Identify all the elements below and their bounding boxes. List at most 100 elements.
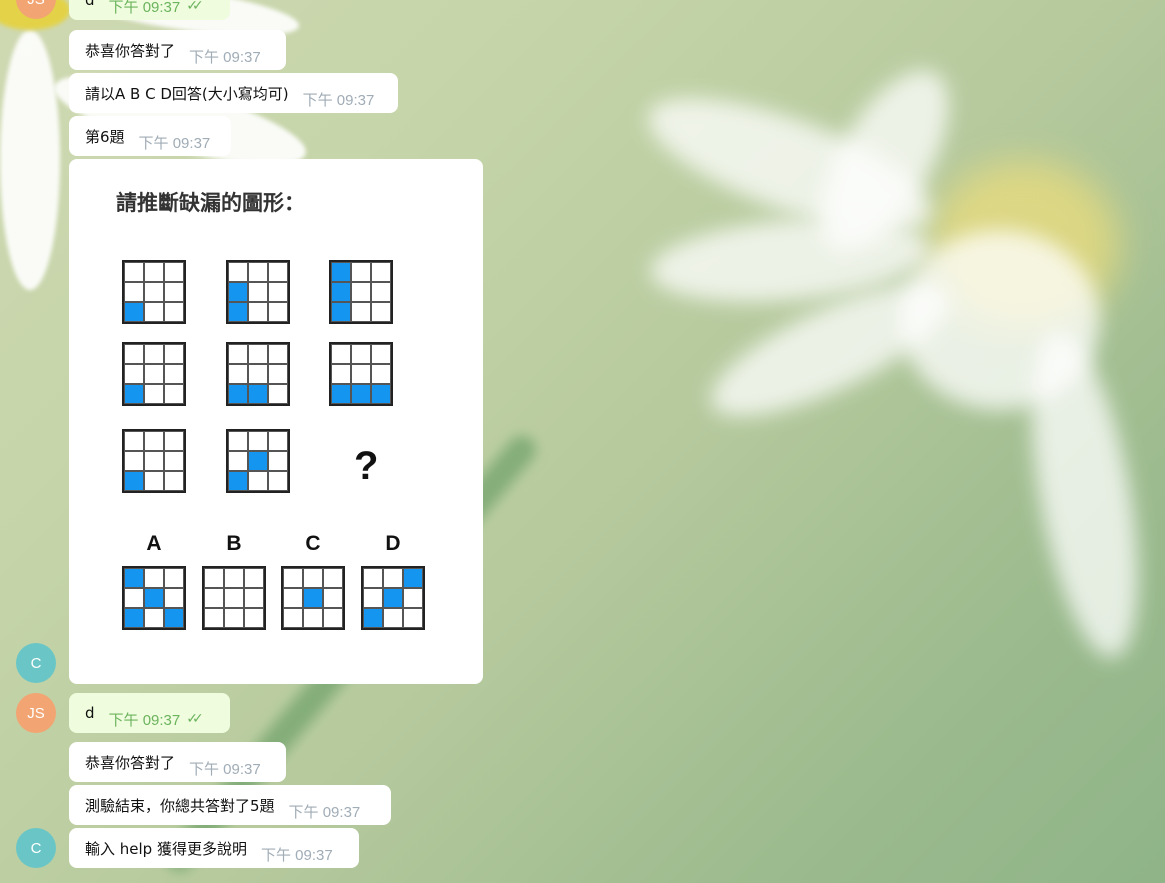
empty-cell	[144, 608, 164, 628]
filled-cell	[228, 302, 248, 322]
empty-cell	[383, 608, 403, 628]
puzzle-grid	[122, 429, 186, 493]
message-bubble[interactable]: 請以A B C D回答(大小寫均可) 下午 09:37	[69, 73, 398, 113]
message-bubble[interactable]: 第6題 下午 09:37	[69, 116, 231, 156]
empty-cell	[204, 608, 224, 628]
empty-cell	[331, 364, 351, 384]
message-time: 下午 09:37	[108, 0, 181, 16]
empty-cell	[144, 568, 164, 588]
message-text: 輸入 help 獲得更多說明	[85, 839, 247, 858]
empty-cell	[283, 588, 303, 608]
filled-cell	[331, 262, 351, 282]
filled-cell	[371, 384, 391, 404]
empty-cell	[228, 262, 248, 282]
filled-cell	[124, 302, 144, 322]
empty-cell	[371, 282, 391, 302]
empty-cell	[248, 471, 268, 491]
empty-cell	[248, 364, 268, 384]
empty-cell	[248, 282, 268, 302]
empty-cell	[244, 588, 264, 608]
empty-cell	[224, 568, 244, 588]
avatar[interactable]: JS	[16, 693, 56, 733]
option-grid-a	[122, 566, 186, 630]
avatar[interactable]: C	[16, 643, 56, 683]
message-time: 下午 09:37	[302, 91, 375, 109]
empty-cell	[371, 302, 391, 322]
empty-cell	[303, 568, 323, 588]
option-grid-d	[361, 566, 425, 630]
empty-cell	[283, 608, 303, 628]
message-text: 請以A B C D回答(大小寫均可)	[85, 84, 289, 103]
option-label-a: A	[146, 532, 162, 555]
message-time: 下午 09:37	[189, 48, 261, 66]
puzzle-grid	[122, 260, 186, 324]
empty-cell	[144, 451, 164, 471]
empty-cell	[351, 364, 371, 384]
filled-cell	[124, 471, 144, 491]
filled-cell	[124, 568, 144, 588]
puzzle-grid	[329, 260, 393, 324]
option-grid-c	[281, 566, 345, 630]
filled-cell	[331, 282, 351, 302]
filled-cell	[351, 384, 371, 404]
avatar[interactable]: C	[16, 828, 56, 868]
puzzle-image-message[interactable]: 請推斷缺漏的圖形： A B C D ?	[69, 159, 483, 684]
empty-cell	[323, 588, 343, 608]
empty-cell	[164, 262, 184, 282]
empty-cell	[371, 344, 391, 364]
puzzle-grid	[122, 342, 186, 406]
option-label-c: C	[305, 532, 321, 555]
empty-cell	[371, 364, 391, 384]
message-text: d	[85, 704, 95, 722]
empty-cell	[124, 344, 144, 364]
message-bubble[interactable]: 測驗結束，你總共答對了5題 下午 09:37	[69, 785, 391, 825]
option-grid-b	[202, 566, 266, 630]
empty-cell	[164, 364, 184, 384]
empty-cell	[228, 431, 248, 451]
message-text: 第6題	[85, 127, 125, 146]
double-check-icon: ✓✓	[186, 0, 204, 14]
filled-cell	[124, 384, 144, 404]
double-check-icon: ✓✓	[186, 711, 204, 727]
message-bubble[interactable]: 恭喜你答對了 下午 09:37	[69, 30, 286, 70]
empty-cell	[268, 302, 288, 322]
empty-cell	[144, 282, 164, 302]
empty-cell	[164, 431, 184, 451]
empty-cell	[164, 588, 184, 608]
message-bubble[interactable]: 輸入 help 獲得更多說明 下午 09:37	[69, 828, 359, 868]
message-bubble[interactable]: d 下午 09:37 ✓✓	[69, 0, 230, 20]
filled-cell	[331, 302, 351, 322]
empty-cell	[164, 282, 184, 302]
empty-cell	[351, 282, 371, 302]
empty-cell	[124, 364, 144, 384]
empty-cell	[351, 302, 371, 322]
empty-cell	[228, 364, 248, 384]
empty-cell	[124, 451, 144, 471]
empty-cell	[383, 568, 403, 588]
empty-cell	[248, 302, 268, 322]
message-text: d	[85, 0, 95, 9]
empty-cell	[224, 608, 244, 628]
empty-cell	[268, 471, 288, 491]
filled-cell	[124, 608, 144, 628]
message-bubble[interactable]: 恭喜你答對了 下午 09:37	[69, 742, 286, 782]
empty-cell	[268, 451, 288, 471]
message-time: 下午 09:37	[108, 711, 181, 729]
filled-cell	[228, 282, 248, 302]
message-bubble[interactable]: d 下午 09:37 ✓✓	[69, 693, 230, 733]
empty-cell	[164, 568, 184, 588]
option-label-d: D	[385, 532, 401, 555]
empty-cell	[144, 431, 164, 451]
filled-cell	[164, 608, 184, 628]
filled-cell	[228, 384, 248, 404]
puzzle-title: 請推斷缺漏的圖形：	[116, 191, 305, 215]
empty-cell	[164, 451, 184, 471]
message-text: 恭喜你答對了	[85, 753, 176, 772]
filled-cell	[303, 588, 323, 608]
filled-cell	[403, 568, 423, 588]
message-text: 恭喜你答對了	[85, 41, 176, 60]
message-time: 下午 09:37	[138, 134, 211, 152]
empty-cell	[371, 262, 391, 282]
empty-cell	[403, 588, 423, 608]
empty-cell	[268, 344, 288, 364]
